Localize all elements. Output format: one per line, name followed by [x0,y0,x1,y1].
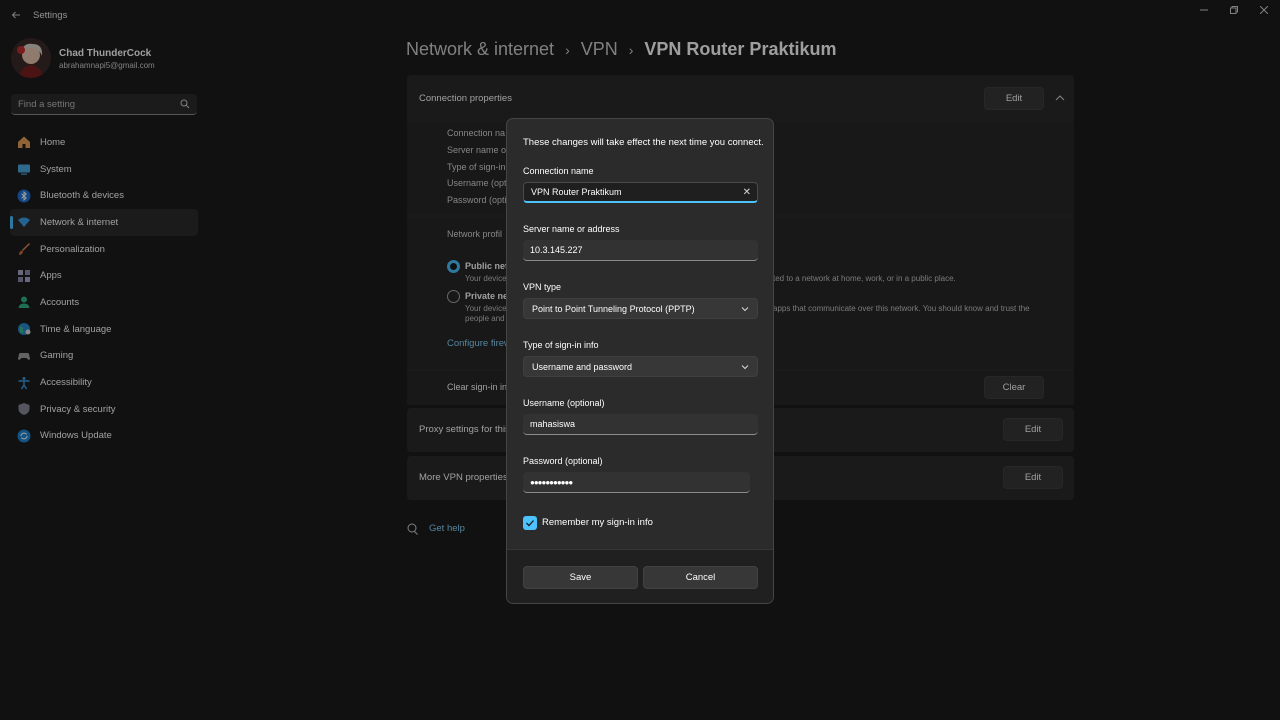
server-field[interactable] [523,240,758,261]
username-input[interactable] [523,414,758,434]
remember-label: Remember my sign-in info [542,517,653,528]
cancel-button[interactable]: Cancel [643,566,758,589]
edit-vpn-dialog: These changes will take effect the next … [506,118,774,604]
vpn-type-value: Point to Point Tunneling Protocol (PPTP) [532,304,695,314]
signin-type-label: Type of sign-in info [523,340,599,350]
signin-type-value: Username and password [532,362,633,372]
username-label: Username (optional) [523,398,605,408]
chevron-down-icon [741,307,749,312]
password-field[interactable] [523,472,750,493]
connection-name-input[interactable] [524,183,734,201]
signin-type-select[interactable]: Username and password [523,356,758,377]
save-button[interactable]: Save [523,566,638,589]
connection-name-field[interactable]: ✕ [523,182,758,203]
server-input[interactable] [523,240,758,260]
dialog-note: These changes will take effect the next … [523,137,764,148]
clear-input-icon[interactable]: ✕ [743,187,751,199]
connection-name-label: Connection name [523,166,594,176]
chevron-down-icon [741,365,749,370]
username-field[interactable] [523,414,758,435]
vpn-type-select[interactable]: Point to Point Tunneling Protocol (PPTP) [523,298,758,319]
checkmark-icon [526,520,534,527]
password-label: Password (optional) [523,456,603,466]
vpn-type-label: VPN type [523,282,562,292]
dialog-footer: Save Cancel [507,549,773,603]
password-input[interactable] [523,472,750,492]
server-label: Server name or address [523,224,620,234]
remember-checkbox[interactable] [523,516,537,530]
